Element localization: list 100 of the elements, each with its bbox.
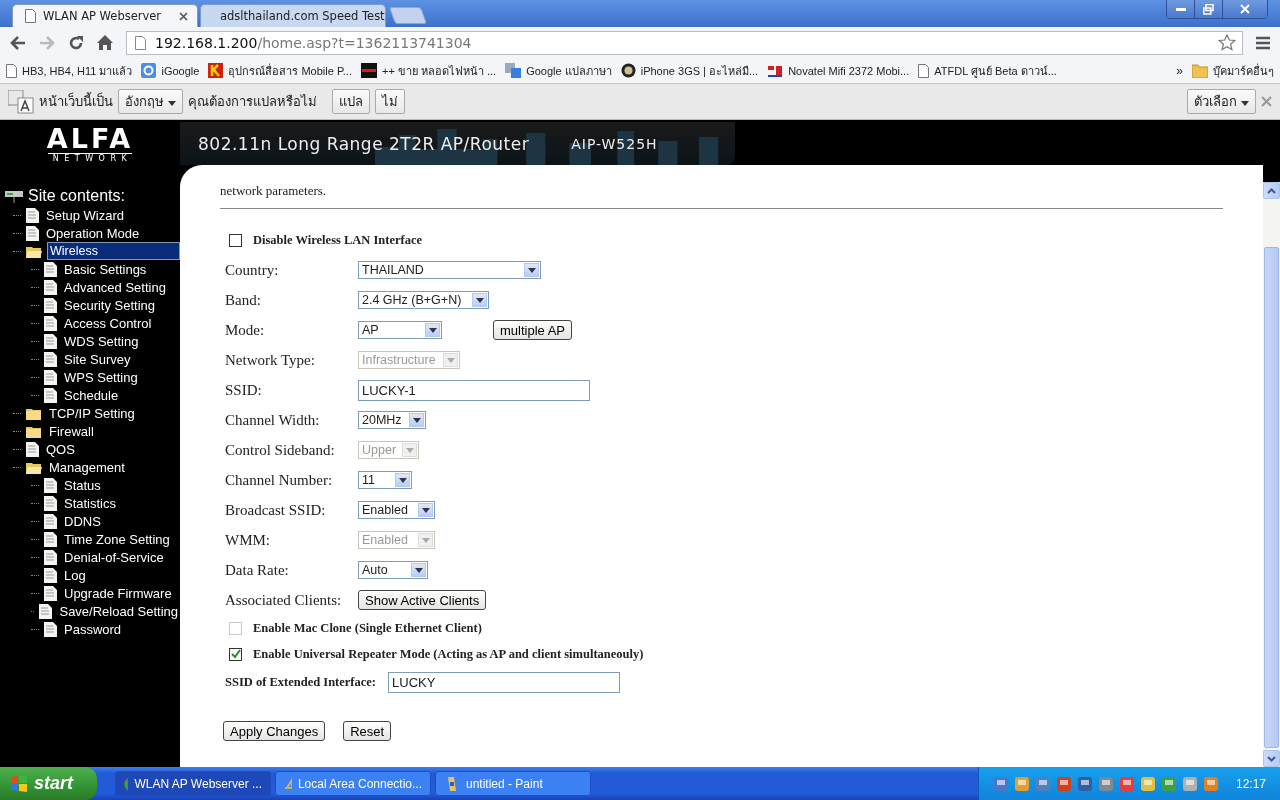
- tray-icon[interactable]: [1076, 775, 1093, 792]
- logo: ALFA: [46, 125, 134, 153]
- scrollbar[interactable]: [1263, 182, 1280, 767]
- bookmark[interactable]: ATFDL ศูนย์ Beta ดาวน์...: [918, 61, 1057, 80]
- field-label: SSID of Extended Interface:: [225, 674, 377, 690]
- sidebar-item[interactable]: Wireless: [47, 242, 180, 260]
- back-icon[interactable]: [10, 35, 26, 50]
- sidebar-item[interactable]: Denial-of-Service: [62, 549, 166, 565]
- bookmark[interactable]: Google แปลภาษา: [505, 61, 612, 80]
- caret-icon: [421, 507, 430, 513]
- sidebar-item[interactable]: Access Control: [62, 315, 154, 331]
- browser-tab[interactable]: adslthailand.com Speed Test: [200, 4, 386, 27]
- dropdown[interactable]: Enabled: [358, 501, 435, 519]
- page-icon: [44, 315, 57, 331]
- sidebar-item[interactable]: Schedule: [62, 387, 121, 403]
- browser-tab[interactable]: WLAN AP Webserver: [12, 4, 198, 27]
- arrow-up-icon[interactable]: [1267, 187, 1276, 194]
- tray-icon[interactable]: [1160, 775, 1177, 792]
- menu-icon[interactable]: [1256, 35, 1270, 50]
- sidebar-item[interactable]: QOS: [44, 441, 77, 457]
- sidebar-item[interactable]: Password: [62, 621, 124, 637]
- tray-icon[interactable]: [1013, 775, 1030, 792]
- tray-icon[interactable]: [1181, 775, 1198, 792]
- dropdown[interactable]: THAILAND: [358, 261, 541, 279]
- translate-button[interactable]: แปล: [332, 89, 371, 114]
- input-field[interactable]: LUCKY-1: [358, 379, 590, 401]
- sidebar-item[interactable]: Upgrade Firmware: [62, 585, 174, 601]
- sidebar-item[interactable]: Setup Wizard: [44, 207, 127, 223]
- form-button[interactable]: Show Active Clients: [358, 590, 487, 610]
- restore-button[interactable]: [1194, 0, 1222, 18]
- sidebar-item[interactable]: Operation Mode: [44, 225, 142, 241]
- sidebar-item[interactable]: Time Zone Setting: [62, 531, 172, 547]
- tray-icon[interactable]: [1118, 775, 1135, 792]
- sidebar-item[interactable]: TCP/IP Setting: [47, 405, 137, 421]
- sidebar-item[interactable]: Log: [62, 567, 88, 583]
- new-tab-button[interactable]: [388, 7, 428, 24]
- checkbox[interactable]: [229, 647, 242, 661]
- close-icon[interactable]: [179, 11, 188, 21]
- page-icon: [44, 567, 57, 583]
- bookmark[interactable]: Novatel Mifi 2372 Mobi...: [767, 63, 910, 78]
- sidebar-item[interactable]: Site Survey: [62, 351, 133, 367]
- tray-icon[interactable]: [1202, 775, 1219, 792]
- star-icon[interactable]: [1218, 34, 1236, 51]
- bookmark[interactable]: HB3, HB4, H11 มาแล้ว: [6, 61, 133, 80]
- sidebar-item[interactable]: Security Setting: [62, 297, 158, 313]
- tray-icon[interactable]: [992, 775, 1009, 792]
- reload-icon[interactable]: [68, 34, 84, 51]
- options-dropdown[interactable]: ตัวเลือก: [1186, 89, 1256, 114]
- sidebar-item[interactable]: Status: [62, 477, 103, 493]
- dropdown[interactable]: 20MHz: [358, 411, 426, 429]
- taskbar-button[interactable]: WLAN AP Webserver ...: [115, 771, 271, 796]
- dropdown[interactable]: Auto: [358, 561, 428, 579]
- page-icon: [25, 9, 36, 23]
- sidebar-item[interactable]: WDS Setting: [62, 333, 141, 349]
- bookmark[interactable]: ++ ขาย หลอดไฟหน้า ...: [361, 61, 497, 80]
- field-label: Country:: [225, 261, 280, 279]
- checkbox[interactable]: [229, 233, 242, 247]
- bookmark-folder[interactable]: บุ๊คมาร์คอื่นๆ: [1192, 61, 1274, 80]
- language-dropdown[interactable]: อังกฤษ: [118, 89, 184, 114]
- taskbar-button[interactable]: Local Area Connectio...: [275, 771, 431, 796]
- checkbox-label: Disable Wireless LAN Interface: [253, 232, 423, 248]
- page-icon: [44, 621, 57, 637]
- taskbar-button[interactable]: untitled - Paint: [435, 771, 591, 796]
- sidebar-item[interactable]: DDNS: [62, 513, 103, 529]
- close-button[interactable]: [1222, 0, 1267, 18]
- tray-icon[interactable]: [1139, 775, 1156, 792]
- form-button[interactable]: Reset: [343, 721, 392, 741]
- tray-icon[interactable]: [1055, 775, 1072, 792]
- tray-icon[interactable]: [1097, 775, 1114, 792]
- page-icon: [6, 63, 17, 78]
- tray-icon[interactable]: [1034, 775, 1051, 792]
- square-icon: [361, 63, 377, 78]
- sidebar-item[interactable]: Save/Reload Setting: [57, 603, 180, 619]
- home-icon[interactable]: [97, 35, 113, 50]
- dropdown[interactable]: 11: [358, 471, 412, 489]
- address-bar[interactable]: 192.168.1.200/home.asp?t=1362113741304: [126, 30, 1243, 55]
- dropdown[interactable]: 2.4 GHz (B+G+N): [358, 291, 489, 309]
- translate-icon: [505, 63, 522, 78]
- form-button[interactable]: Apply Changes: [223, 721, 326, 741]
- more-bookmarks-button[interactable]: »: [1176, 63, 1183, 78]
- bookmark[interactable]: อุปกรณ์สื่อสาร Mobile P...: [208, 61, 352, 80]
- sidebar-item[interactable]: Firewall: [47, 423, 96, 439]
- forward-icon[interactable]: [39, 35, 55, 50]
- sidebar-item[interactable]: Basic Settings: [62, 261, 149, 277]
- sidebar-item[interactable]: WPS Setting: [62, 369, 140, 385]
- field-label: Channel Number:: [225, 471, 334, 489]
- form-button[interactable]: multiple AP: [493, 320, 573, 340]
- input-field[interactable]: LUCKY: [388, 671, 621, 693]
- sidebar-item[interactable]: Management: [47, 459, 127, 475]
- folder-icon: [1192, 63, 1208, 78]
- sidebar-item[interactable]: Statistics: [62, 495, 118, 511]
- arrow-down-icon[interactable]: [1267, 755, 1276, 762]
- bookmark[interactable]: iPhone 3GS | อะไหล่มื...: [620, 61, 759, 80]
- dropdown[interactable]: AP: [358, 321, 442, 339]
- page-icon: [44, 531, 57, 547]
- sidebar-item[interactable]: Advanced Setting: [62, 279, 168, 295]
- start-button[interactable]: start: [0, 767, 97, 800]
- bookmark[interactable]: iGoogle: [141, 63, 200, 78]
- minimize-button[interactable]: [1167, 0, 1194, 18]
- decline-button[interactable]: ไม่: [375, 89, 406, 114]
